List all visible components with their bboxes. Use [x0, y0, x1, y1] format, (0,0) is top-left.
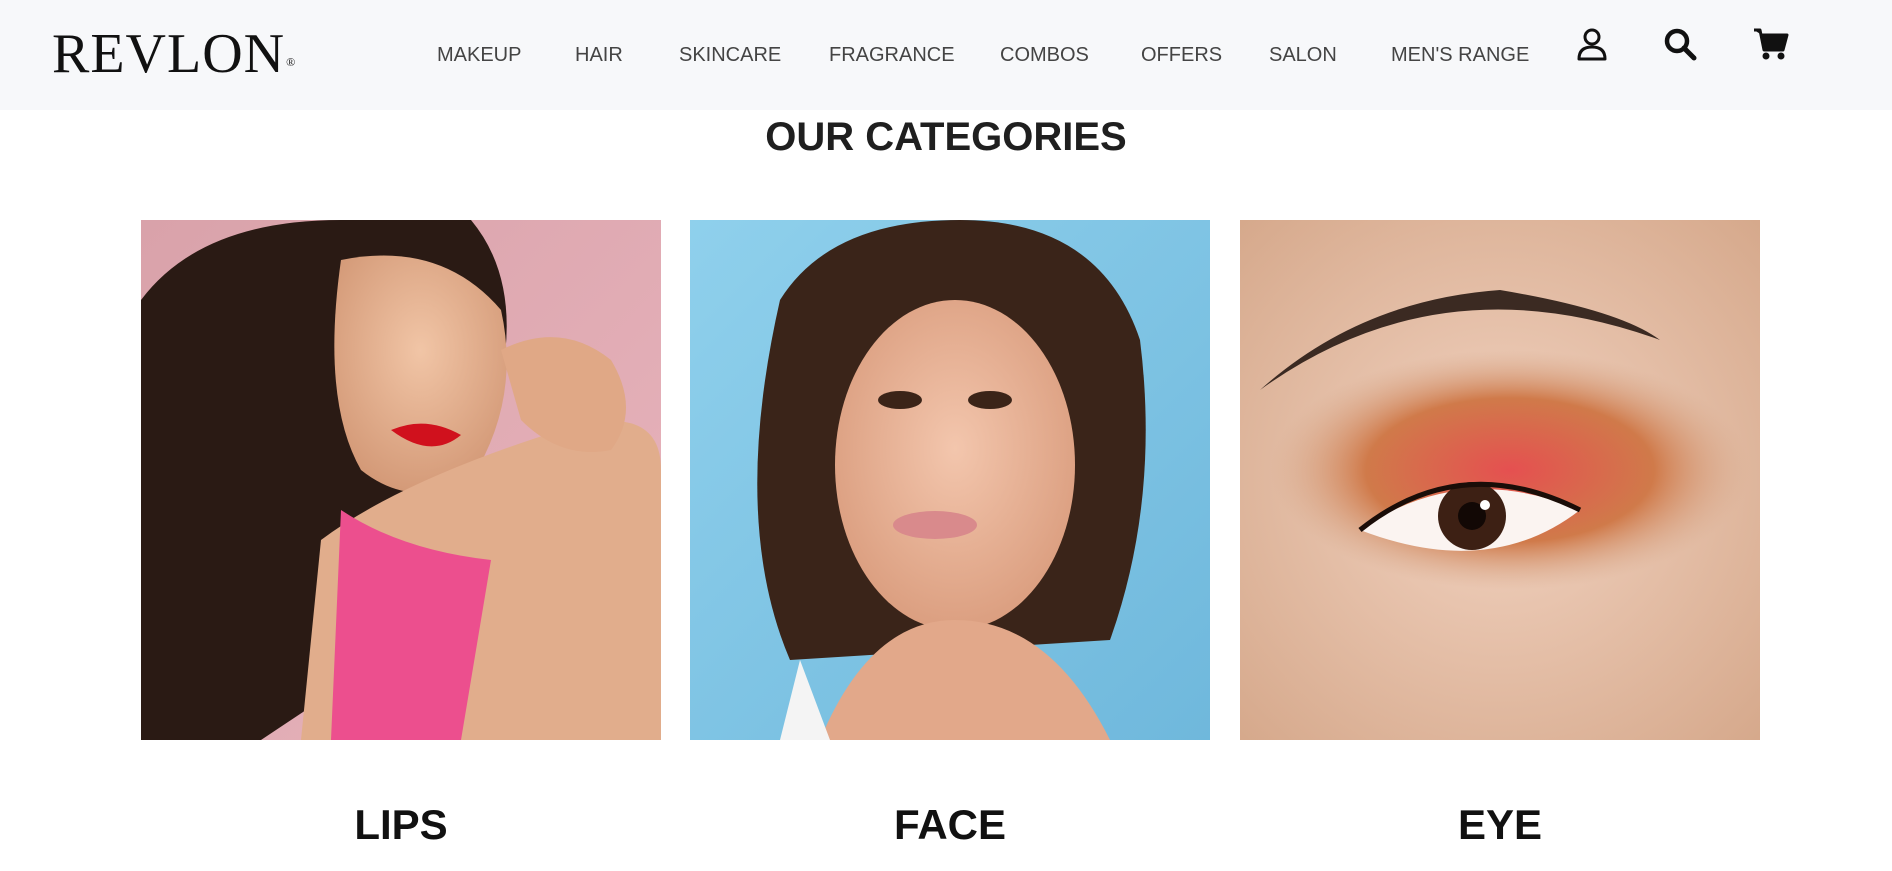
top-navigation: REVLON® MAKEUP HAIR SKINCARE FRAGRANCE C… — [0, 0, 1892, 110]
nav-item-fragrance[interactable]: FRAGRANCE — [829, 40, 955, 70]
search-icon[interactable] — [1662, 26, 1698, 62]
nav-item-hair[interactable]: HAIR — [575, 40, 623, 70]
nav-item-skincare[interactable]: SKINCARE — [679, 40, 781, 70]
nav-item-offers[interactable]: OFFERS — [1141, 40, 1222, 70]
cart-icon[interactable] — [1752, 26, 1789, 62]
nav-item-salon[interactable]: SALON — [1269, 40, 1337, 70]
face-model-photo — [690, 220, 1210, 740]
nav-item-mens-range[interactable]: MEN'S RANGE — [1391, 40, 1529, 70]
nav-item-makeup[interactable]: MAKEUP — [437, 40, 521, 70]
revlon-logo[interactable]: REVLON® — [52, 22, 296, 86]
lips-model-photo — [141, 220, 661, 740]
category-card-face[interactable] — [690, 220, 1210, 740]
category-label-eye[interactable]: EYE — [1240, 797, 1760, 853]
category-label-face[interactable]: FACE — [690, 797, 1210, 853]
category-card-lips[interactable] — [141, 220, 661, 740]
logo-text: REVLON — [52, 23, 286, 85]
section-title: OUR CATEGORIES — [765, 115, 1127, 159]
registered-mark: ® — [286, 55, 297, 69]
category-card-eye[interactable] — [1240, 220, 1760, 740]
category-label-lips[interactable]: LIPS — [141, 797, 661, 853]
eye-makeup-photo — [1240, 220, 1760, 740]
user-icon[interactable] — [1574, 26, 1610, 62]
nav-item-combos[interactable]: COMBOS — [1000, 40, 1089, 70]
